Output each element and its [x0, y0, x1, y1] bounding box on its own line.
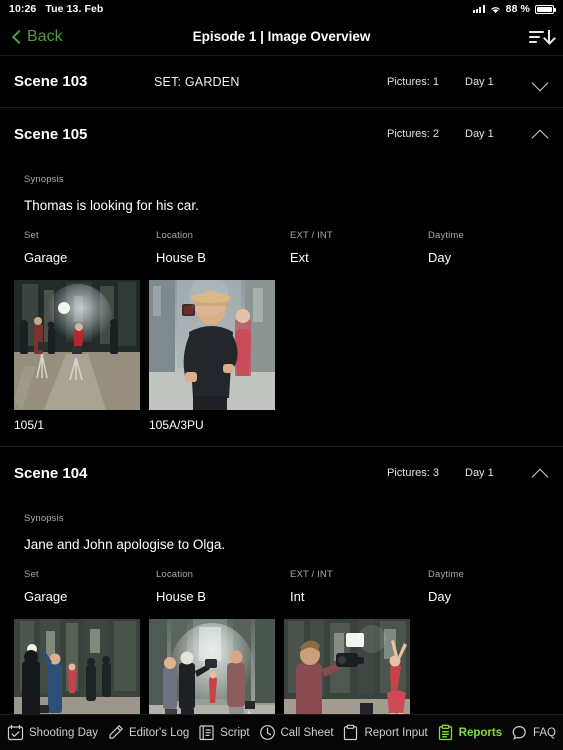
- synopsis-label: Synopsis: [24, 513, 64, 524]
- scene-header-105[interactable]: Scene 105 Pictures: 2 Day 1: [0, 108, 563, 160]
- scene-day: Day 1: [465, 128, 494, 140]
- location-label: Location: [156, 569, 194, 580]
- scene-header-104[interactable]: Scene 104 Pictures: 3 Day 1: [0, 447, 563, 499]
- scene-list[interactable]: Scene 103 SET: GARDEN Pictures: 1 Day 1 …: [0, 56, 563, 732]
- synopsis-text: Thomas is looking for his car.: [24, 198, 199, 213]
- set-label: Set: [24, 230, 39, 241]
- scene-day: Day 1: [465, 75, 494, 88]
- thumbnail-caption: 105A/3PU: [149, 418, 204, 432]
- set-label: Set: [24, 569, 39, 580]
- tab-label: Script: [220, 726, 250, 739]
- tab-faq[interactable]: FAQ: [511, 724, 556, 742]
- tab-report-input[interactable]: Report Input: [342, 724, 428, 742]
- chevron-down-icon[interactable]: [531, 73, 549, 91]
- clock-icon: [259, 724, 276, 742]
- scene-105-thumbnails: 105/1 105A/3PU: [0, 265, 563, 432]
- scene-pictures-count: Pictures: 3: [387, 467, 439, 479]
- daytime-value: Day: [428, 589, 452, 604]
- scene-title: Scene 104: [14, 464, 88, 482]
- thumbnail-image[interactable]: [14, 280, 140, 410]
- thumbnail-item[interactable]: 105/1: [14, 280, 140, 432]
- ext-int-value: Ext: [290, 250, 309, 265]
- daytime-value: Day: [428, 250, 452, 265]
- chevron-up-icon[interactable]: [531, 125, 549, 143]
- set-value: Garage: [24, 250, 68, 265]
- scene-pictures-count: Pictures: 2: [387, 128, 439, 140]
- location-value: House B: [156, 250, 206, 265]
- tab-script[interactable]: Script: [198, 724, 250, 742]
- cellular-signal-icon: [473, 5, 485, 13]
- battery-percent: 88 %: [505, 3, 530, 15]
- ext-int-label: EXT / INT: [290, 230, 333, 241]
- tab-label: Call Sheet: [280, 726, 334, 739]
- tab-label: Editor's Log: [128, 726, 190, 739]
- daytime-label: Daytime: [428, 569, 464, 580]
- battery-icon: [535, 4, 556, 14]
- status-bar: 10:26 Tue 13. Feb 88 %: [0, 0, 563, 18]
- chevron-left-icon: [12, 29, 22, 45]
- scene-detail-columns: Set Garage Location House B EXT / INT In…: [0, 569, 563, 604]
- tab-label: FAQ: [532, 726, 556, 739]
- thumbnail-image[interactable]: [149, 280, 275, 410]
- chevron-up-icon[interactable]: [531, 464, 549, 482]
- sort-descending-icon[interactable]: [529, 27, 551, 47]
- location-value: House B: [156, 589, 206, 604]
- ext-int-label: EXT / INT: [290, 569, 333, 580]
- tab-call-sheet[interactable]: Call Sheet: [259, 724, 334, 742]
- scene-header-103[interactable]: Scene 103 SET: GARDEN Pictures: 1 Day 1: [0, 56, 563, 108]
- scene-title: Scene 103: [14, 73, 88, 90]
- tab-editors-log[interactable]: Editor's Log: [107, 724, 189, 742]
- thumbnail-caption: 105/1: [14, 418, 45, 432]
- back-button-label: Back: [27, 27, 63, 45]
- scene-set-banner: SET: GARDEN: [154, 74, 240, 89]
- calendar-check-icon: [7, 724, 24, 742]
- status-time: 10:26: [9, 3, 37, 15]
- scene-body-105: Synopsis Thomas is looking for his car. …: [0, 160, 563, 447]
- navigation-bar: Back Episode 1 | Image Overview: [0, 18, 563, 56]
- scene-body-104: Synopsis Jane and John apologise to Olga…: [0, 499, 563, 732]
- tab-label: Report Input: [364, 726, 428, 739]
- tab-label: Reports: [458, 726, 503, 739]
- location-label: Location: [156, 230, 194, 241]
- scene-title: Scene 105: [14, 125, 88, 143]
- thumbnail-item[interactable]: 105A/3PU: [149, 280, 275, 432]
- daytime-label: Daytime: [428, 230, 464, 241]
- scene-pictures-count: Pictures: 1: [387, 75, 439, 88]
- clipboard-icon: [342, 724, 359, 742]
- wifi-icon: [490, 5, 501, 14]
- page-title: Episode 1 | Image Overview: [192, 29, 371, 44]
- clipboard-lines-icon: [437, 724, 454, 742]
- synopsis-text: Jane and John apologise to Olga.: [24, 537, 226, 552]
- speech-bubble-icon: [511, 724, 528, 742]
- tab-label: Shooting Day: [29, 726, 99, 739]
- tab-reports[interactable]: Reports: [437, 724, 502, 742]
- bottom-tab-bar: Shooting Day Editor's Log Script Call Sh…: [0, 714, 563, 750]
- scene-day: Day 1: [465, 467, 494, 479]
- ext-int-value: Int: [290, 589, 305, 604]
- status-date: Tue 13. Feb: [45, 3, 104, 15]
- pencil-icon: [107, 724, 124, 742]
- back-button[interactable]: Back: [12, 28, 63, 46]
- scene-104-thumbnails: [0, 604, 563, 732]
- set-value: Garage: [24, 589, 68, 604]
- synopsis-label: Synopsis: [24, 174, 64, 185]
- tab-shooting-day[interactable]: Shooting Day: [7, 724, 98, 742]
- script-document-icon: [198, 724, 215, 742]
- scene-detail-columns: Set Garage Location House B EXT / INT Ex…: [0, 230, 563, 265]
